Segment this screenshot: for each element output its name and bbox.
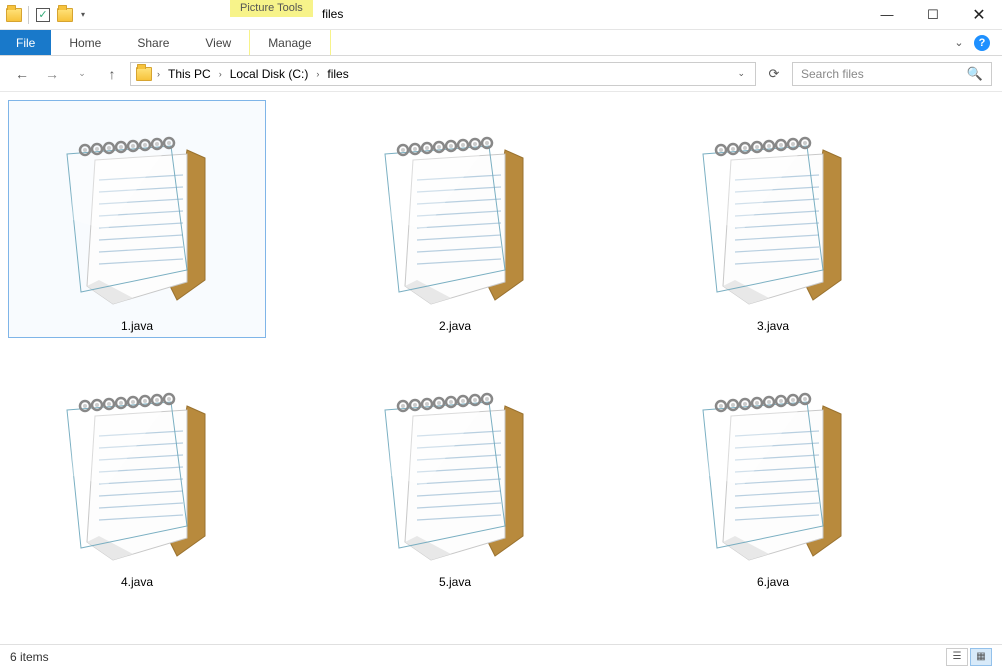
quick-access-toolbar: ✓ ▾	[0, 5, 93, 25]
tab-file[interactable]: File	[0, 30, 51, 55]
qat-folder-icon[interactable]	[4, 5, 24, 25]
tab-home[interactable]: Home	[51, 30, 119, 55]
file-item[interactable]: 6.java	[644, 356, 902, 594]
breadcrumb-caret-icon[interactable]: ›	[155, 69, 162, 79]
search-icon[interactable]: 🔍	[967, 66, 983, 82]
breadcrumb-local-disk[interactable]: Local Disk (C:)	[226, 63, 313, 85]
search-box[interactable]: 🔍	[792, 62, 992, 86]
contextual-tab-header: Picture Tools	[230, 0, 313, 30]
breadcrumb-caret-icon[interactable]: ›	[314, 69, 321, 79]
title-bar: ✓ ▾ Picture Tools files — ☐ ✕	[0, 0, 1002, 30]
help-icon[interactable]: ?	[974, 35, 990, 51]
tab-share[interactable]: Share	[119, 30, 187, 55]
view-large-icons-button[interactable]: ▦	[970, 648, 992, 666]
qat-properties-checkbox[interactable]: ✓	[33, 5, 53, 25]
notepad-icon	[32, 105, 242, 315]
file-label: 3.java	[757, 315, 789, 333]
notepad-icon	[350, 361, 560, 571]
tab-manage[interactable]: Manage	[249, 30, 330, 55]
minimize-button[interactable]: —	[864, 0, 910, 30]
ribbon-tabs: File Home Share View Manage ⌄ ?	[0, 30, 1002, 56]
address-history-dropdown[interactable]: ⌄	[735, 68, 747, 79]
up-button[interactable]: ↑	[100, 62, 124, 86]
contextual-tab-label: Picture Tools	[230, 0, 313, 17]
file-item[interactable]: 3.java	[644, 100, 902, 338]
address-folder-icon	[135, 66, 153, 82]
notepad-icon	[668, 105, 878, 315]
maximize-button[interactable]: ☐	[910, 0, 956, 30]
ribbon-expand-icon[interactable]: ⌄	[952, 36, 966, 50]
qat-new-folder-icon[interactable]	[55, 5, 75, 25]
close-button[interactable]: ✕	[956, 0, 1002, 30]
refresh-button[interactable]: ⟳	[762, 62, 786, 86]
file-label: 2.java	[439, 315, 471, 333]
file-item[interactable]: 5.java	[326, 356, 584, 594]
back-button[interactable]: ←	[10, 62, 34, 86]
status-bar: 6 items ☰ ▦	[0, 644, 1002, 668]
breadcrumb-caret-icon[interactable]: ›	[217, 69, 224, 79]
file-label: 1.java	[121, 315, 153, 333]
file-item[interactable]: 2.java	[326, 100, 584, 338]
tab-view[interactable]: View	[187, 30, 249, 55]
window-controls: — ☐ ✕	[864, 0, 1002, 30]
status-item-count: 6 items	[10, 650, 49, 664]
file-label: 6.java	[757, 571, 789, 589]
address-bar[interactable]: › This PC › Local Disk (C:) › files ⌄	[130, 62, 756, 86]
file-label: 4.java	[121, 571, 153, 589]
forward-button[interactable]: →	[40, 62, 64, 86]
file-item[interactable]: 1.java	[8, 100, 266, 338]
search-input[interactable]	[801, 67, 967, 81]
breadcrumb-this-pc[interactable]: This PC	[164, 63, 215, 85]
notepad-icon	[32, 361, 242, 571]
window-title: files	[322, 7, 343, 21]
file-item[interactable]: 4.java	[8, 356, 266, 594]
breadcrumb-files[interactable]: files	[323, 63, 352, 85]
view-details-button[interactable]: ☰	[946, 648, 968, 666]
file-label: 5.java	[439, 571, 471, 589]
qat-dropdown-icon[interactable]: ▾	[77, 10, 89, 19]
notepad-icon	[350, 105, 560, 315]
recent-locations-dropdown[interactable]: ⌄	[70, 62, 94, 86]
notepad-icon	[668, 361, 878, 571]
file-view[interactable]: 1.java 2.java 3.java 4.java 5.java 6.jav…	[0, 92, 1002, 644]
navigation-bar: ← → ⌄ ↑ › This PC › Local Disk (C:) › fi…	[0, 56, 1002, 92]
